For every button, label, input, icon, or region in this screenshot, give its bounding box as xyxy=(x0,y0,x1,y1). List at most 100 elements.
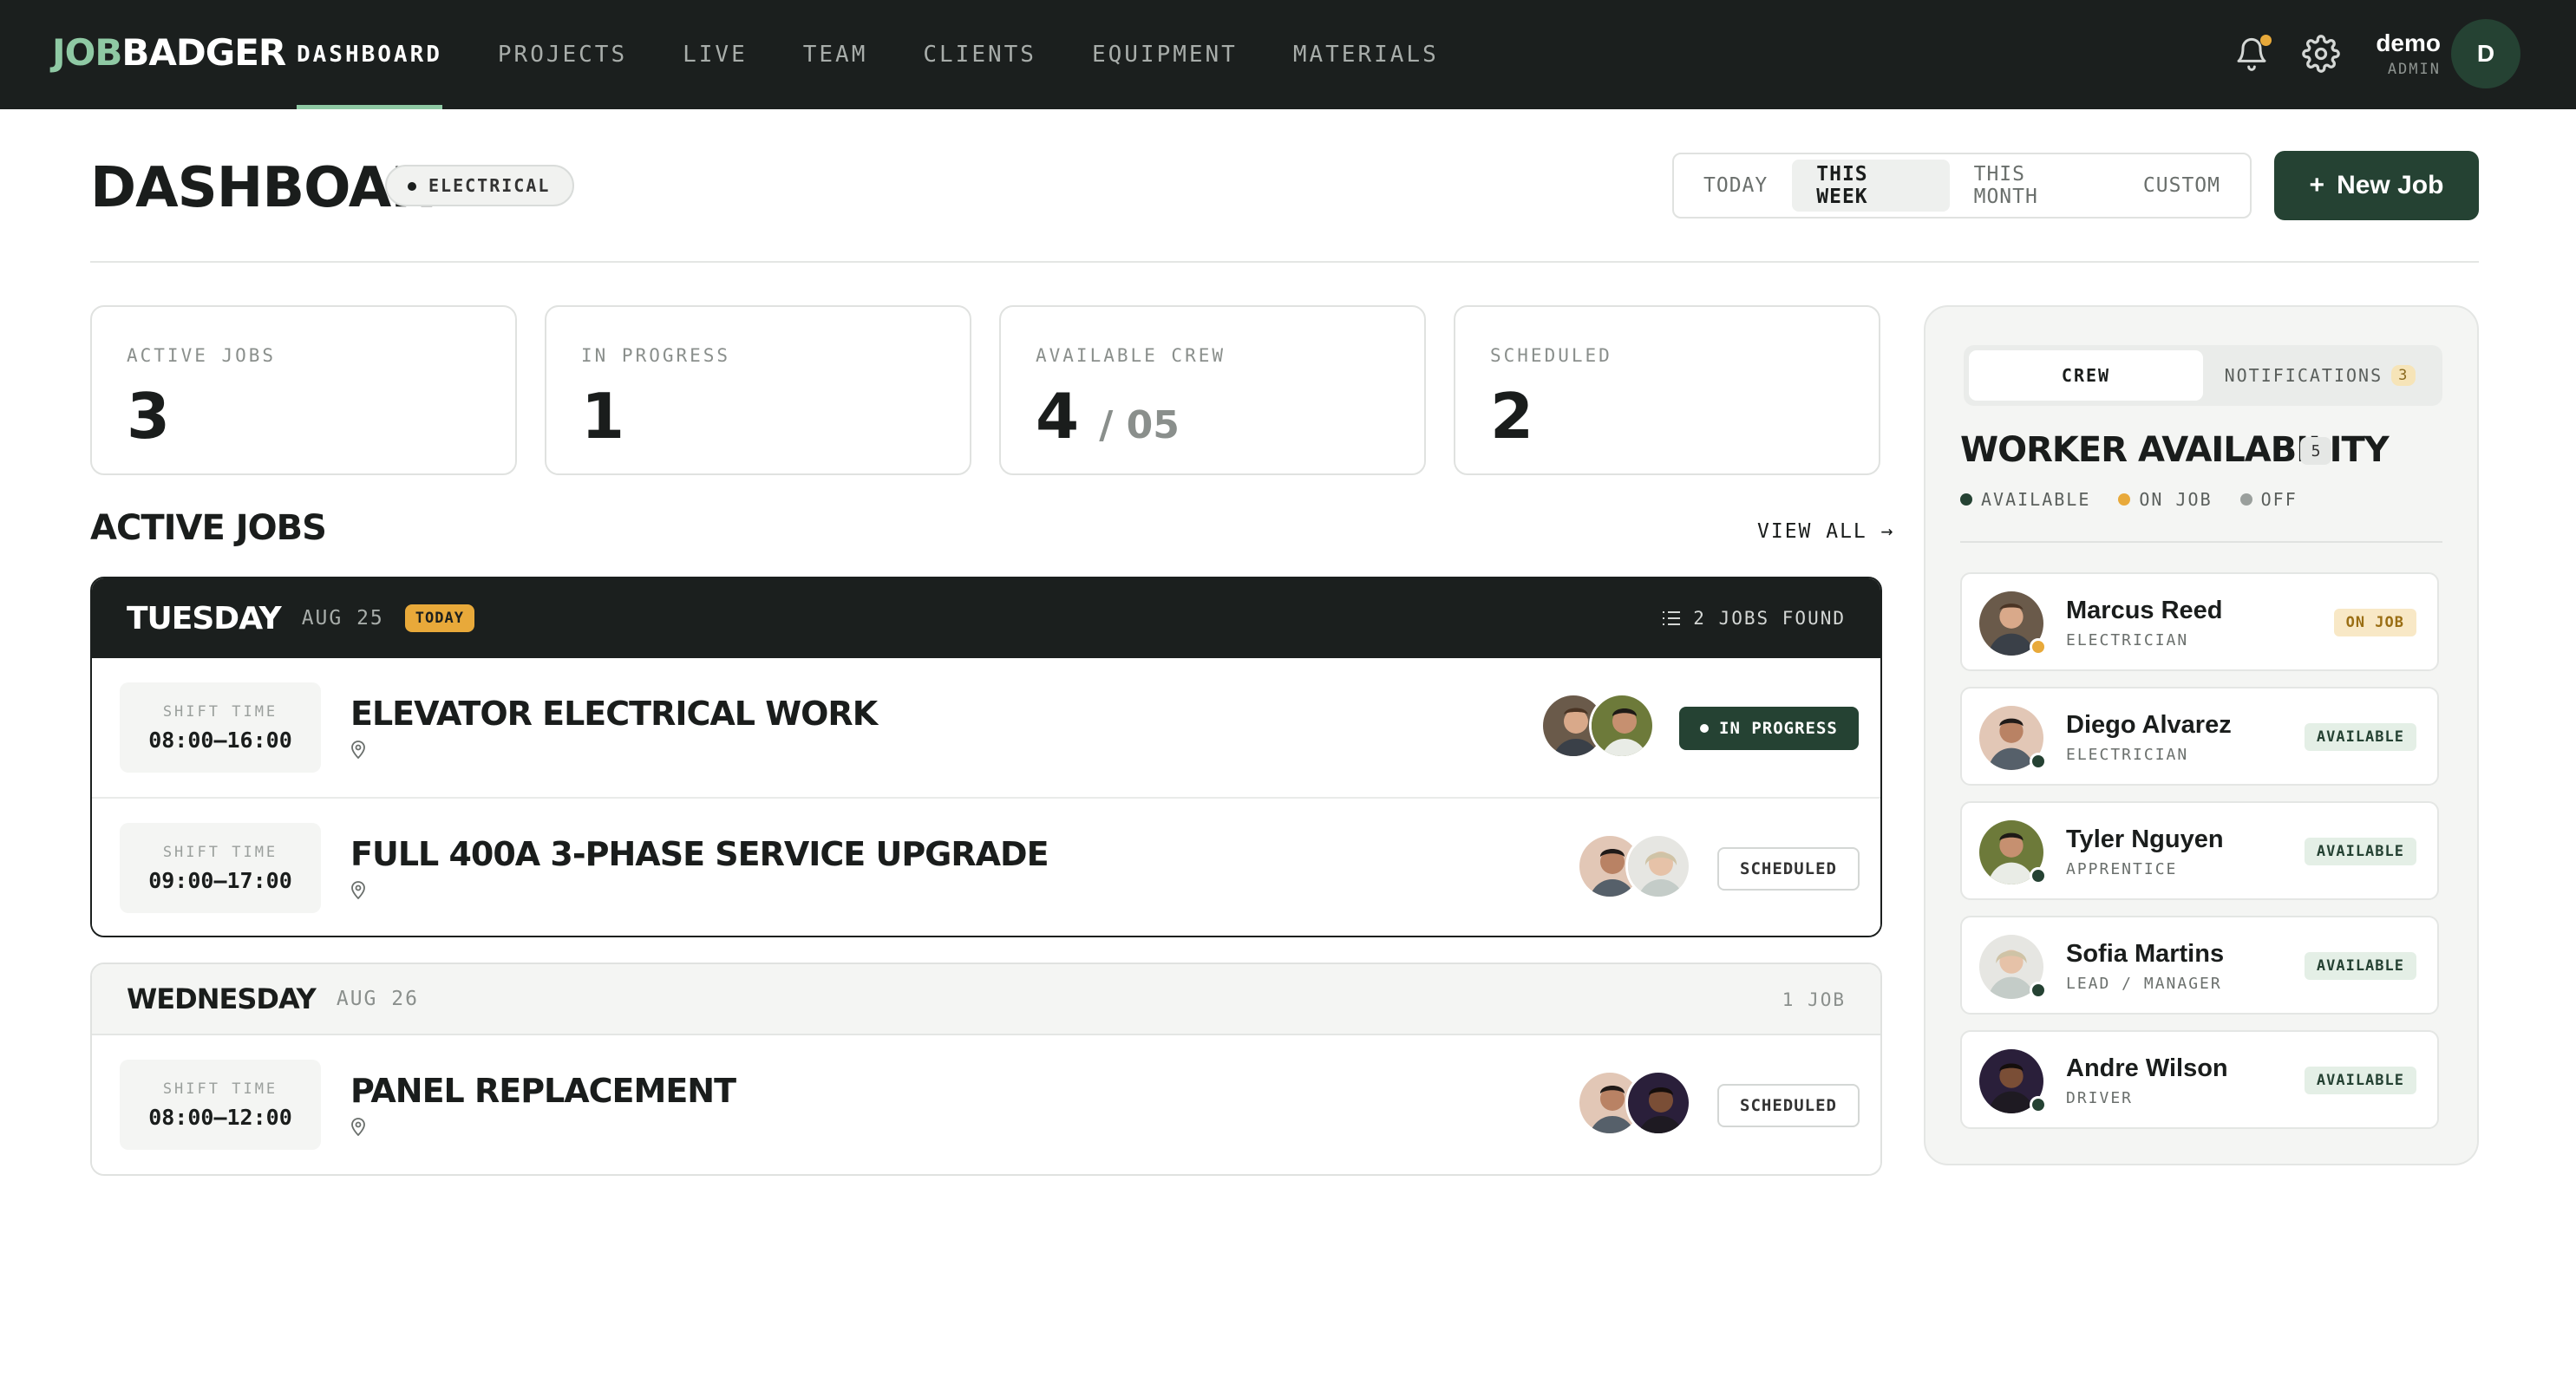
shift-label: SHIFT TIME xyxy=(162,1080,278,1098)
panel-divider xyxy=(1960,541,2442,543)
trade-filter-pill[interactable]: ELECTRICAL xyxy=(385,165,575,206)
stat-label: ACTIVE JOBS xyxy=(127,345,277,366)
legend-available: AVAILABLE xyxy=(1960,489,2090,510)
worker-card[interactable]: Andre Wilson DRIVER AVAILABLE xyxy=(1960,1030,2439,1129)
day-name: WEDNESDAY xyxy=(127,982,317,1015)
jobs-found-label: 2 JOBS FOUND xyxy=(1693,608,1846,629)
job-title[interactable]: ELEVATOR ELECTRICAL WORK xyxy=(350,695,878,733)
gear-icon[interactable] xyxy=(2302,35,2340,73)
legend-dot xyxy=(2239,493,2252,506)
availability-legend: AVAILABLE ON JOB OFF xyxy=(1960,489,2298,510)
stat-label: AVAILABLE CREW xyxy=(1036,345,1226,366)
range-today[interactable]: TODAY xyxy=(1679,160,1792,212)
view-all-link[interactable]: VIEW ALL → xyxy=(1757,520,1894,543)
brand-logo[interactable]: JOBBADGER xyxy=(52,31,286,74)
job-row[interactable]: SHIFT TIME 08:00–12:00 PANEL REPLACEMENT… xyxy=(92,1035,1880,1174)
location-pin-icon[interactable] xyxy=(350,880,366,899)
worker-role: LEAD / MANAGER xyxy=(2066,975,2222,993)
job-title[interactable]: FULL 400A 3-PHASE SERVICE UPGRADE xyxy=(350,835,1049,873)
date-range-selector: TODAY THIS WEEK THIS MONTH CUSTOM xyxy=(1672,153,2252,219)
plus-icon: + xyxy=(2309,171,2325,199)
brand-logo-part2: BADGER xyxy=(121,31,286,74)
worker-name: Sofia Martins xyxy=(2066,940,2225,968)
worker-card[interactable]: Tyler Nguyen APPRENTICE AVAILABLE xyxy=(1960,801,2439,900)
stat-label: SCHEDULED xyxy=(1490,345,1612,366)
job-row[interactable]: SHIFT TIME 08:00–16:00 ELEVATOR ELECTRIC… xyxy=(92,658,1880,799)
panel-tabs: CREW NOTIFICATIONS 3 xyxy=(1964,345,2442,406)
worker-role: DRIVER xyxy=(2066,1089,2134,1107)
status-dot xyxy=(2030,753,2047,770)
legend-dot xyxy=(2118,493,2131,506)
user-avatar[interactable]: D xyxy=(2451,19,2520,88)
stat-value-group: 4 / 05 xyxy=(1036,380,1180,453)
top-navbar: JOBBADGER DASHBOARD PROJECTS LIVE TEAM C… xyxy=(0,0,2576,109)
status-badge-scheduled: SCHEDULED xyxy=(1717,847,1860,891)
status-dot xyxy=(2030,1096,2047,1113)
nav-projects[interactable]: PROJECTS xyxy=(498,0,627,109)
shift-time-box: SHIFT TIME 08:00–12:00 xyxy=(120,1060,321,1150)
list-icon xyxy=(1663,611,1681,625)
range-custom[interactable]: CUSTOM xyxy=(2119,160,2245,212)
location-pin-icon[interactable] xyxy=(350,740,366,759)
nav-materials[interactable]: MATERIALS xyxy=(1293,0,1439,109)
worker-name: Diego Alvarez xyxy=(2066,711,2232,739)
avatar[interactable] xyxy=(1625,833,1691,899)
nav-live[interactable]: LIVE xyxy=(683,0,748,109)
worker-status-badge: AVAILABLE xyxy=(2304,952,2416,980)
worker-role: ELECTRICIAN xyxy=(2066,631,2189,649)
notification-dot xyxy=(2260,35,2272,46)
worker-status-badge: AVAILABLE xyxy=(2304,1067,2416,1094)
status-dot xyxy=(2030,638,2047,656)
day-header: TUESDAY AUG 25 TODAY 2 JOBS FOUND xyxy=(92,578,1880,658)
shift-time: 08:00–16:00 xyxy=(148,728,292,753)
status-dot xyxy=(2030,982,2047,999)
active-jobs-heading: ACTIVE JOBS xyxy=(90,508,327,548)
jobs-found: 1 JOB xyxy=(1782,964,1846,1035)
nav-clients[interactable]: CLIENTS xyxy=(923,0,1036,109)
avatar[interactable] xyxy=(1589,693,1655,759)
new-job-button[interactable]: + New Job xyxy=(2274,151,2479,220)
user-name[interactable]: demo xyxy=(2373,29,2441,57)
job-title[interactable]: PANEL REPLACEMENT xyxy=(350,1072,736,1110)
location-pin-icon[interactable] xyxy=(350,1117,366,1136)
worker-role: ELECTRICIAN xyxy=(2066,746,2189,764)
worker-card[interactable]: Diego Alvarez ELECTRICIAN AVAILABLE xyxy=(1960,687,2439,786)
range-this-week[interactable]: THIS WEEK xyxy=(1792,160,1950,212)
stat-value: 1 xyxy=(581,380,624,453)
range-this-month[interactable]: THIS MONTH xyxy=(1950,160,2119,212)
shift-time-box: SHIFT TIME 08:00–16:00 xyxy=(120,682,321,773)
main-nav: DASHBOARD PROJECTS LIVE TEAM CLIENTS EQU… xyxy=(297,0,1494,109)
worker-status-badge: ON JOB xyxy=(2333,609,2416,636)
tab-notifications[interactable]: NOTIFICATIONS 3 xyxy=(2203,350,2437,401)
worker-card[interactable]: Sofia Martins LEAD / MANAGER AVAILABLE xyxy=(1960,916,2439,1015)
nav-team[interactable]: TEAM xyxy=(803,0,868,109)
worker-card[interactable]: Marcus Reed ELECTRICIAN ON JOB xyxy=(1960,572,2439,671)
stat-total: / 05 xyxy=(1099,403,1180,447)
day-date: AUG 26 xyxy=(336,988,419,1010)
day-name: TUESDAY xyxy=(127,600,282,636)
header-divider xyxy=(90,261,2479,263)
nav-dashboard[interactable]: DASHBOARD xyxy=(297,0,442,109)
tab-crew-label: CREW xyxy=(2061,365,2111,386)
user-role: ADMIN xyxy=(2387,61,2441,78)
stat-label: IN PROGRESS xyxy=(581,345,731,366)
stat-card-in-progress: IN PROGRESS 1 xyxy=(545,305,971,475)
brand-logo-part1: JOB xyxy=(52,31,122,74)
legend-on-job: ON JOB xyxy=(2118,489,2212,510)
worker-role: APPRENTICE xyxy=(2066,860,2178,878)
day-group-wednesday: WEDNESDAY AUG 26 1 JOB SHIFT TIME 08:00–… xyxy=(90,963,1882,1176)
shift-time: 08:00–12:00 xyxy=(148,1105,292,1130)
job-row[interactable]: SHIFT TIME 09:00–17:00 FULL 400A 3-PHASE… xyxy=(92,799,1880,936)
stat-value: 4 xyxy=(1036,380,1079,453)
tab-crew[interactable]: CREW xyxy=(1969,350,2203,401)
legend-off: OFF xyxy=(2239,489,2298,510)
stat-card-scheduled: SCHEDULED 2 xyxy=(1454,305,1880,475)
stat-value: 3 xyxy=(127,380,170,453)
status-badge-in-progress: IN PROGRESS xyxy=(1679,707,1859,750)
avatar[interactable] xyxy=(1625,1070,1691,1136)
legend-dot xyxy=(1960,493,1972,506)
legend-label: OFF xyxy=(2260,489,2298,510)
worker-name: Tyler Nguyen xyxy=(2066,826,2224,853)
nav-equipment[interactable]: EQUIPMENT xyxy=(1092,0,1238,109)
worker-name: Marcus Reed xyxy=(2066,597,2223,624)
